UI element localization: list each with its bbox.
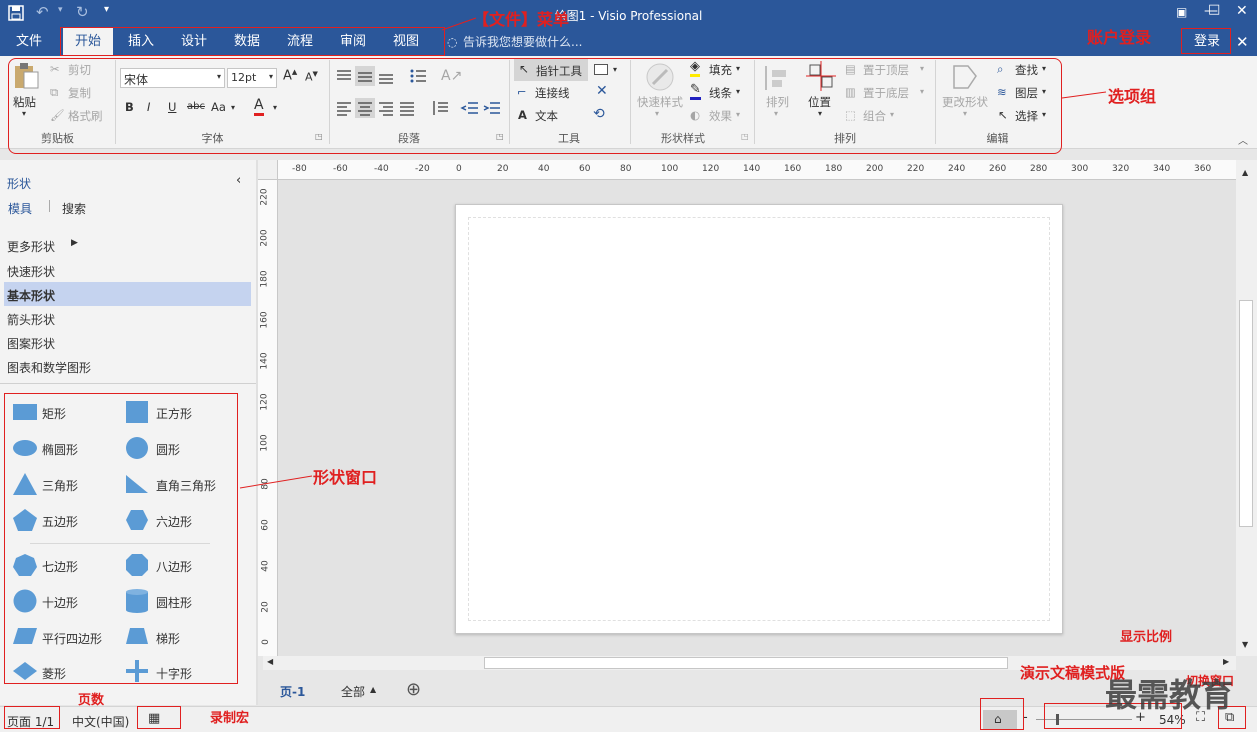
- ruler-label: -20: [415, 164, 430, 174]
- window-title: 绘图1 - Visio Professional: [554, 9, 703, 23]
- annotation-zoom: 显示比例: [1120, 630, 1173, 645]
- add-page-icon[interactable]: ⊕: [406, 679, 421, 700]
- ruler-top: -80 -60 -40 -20 0 20 40 60 80 100 120 14…: [278, 160, 1236, 180]
- scroll-down-icon[interactable]: ▼: [1242, 640, 1248, 649]
- ruler-label: 60: [260, 519, 271, 531]
- watermark-logo: 最需教育: [1105, 676, 1234, 714]
- annotation-account: 账户登录: [1087, 28, 1152, 47]
- ruler-label: 180: [259, 270, 270, 288]
- annotation-file-menu: 【文件】菜单: [473, 10, 570, 29]
- ruler-label: -80: [292, 164, 307, 174]
- category-quick-shapes[interactable]: 快速形状: [7, 263, 55, 280]
- ruler-label: 20: [497, 164, 509, 174]
- ruler-label: 120: [702, 164, 720, 174]
- annotation-line: [239, 475, 313, 489]
- annotation-page-count: 页数: [78, 693, 105, 708]
- category-basic-shapes[interactable]: 基本形状: [7, 287, 55, 304]
- shapes-pane-title: 形状: [7, 177, 32, 191]
- ruler-label: 0: [260, 639, 271, 645]
- close-file-icon[interactable]: ✕: [1236, 33, 1249, 51]
- page-tab-all[interactable]: 全部: [341, 683, 365, 700]
- annotation-box-login: [1181, 28, 1231, 54]
- category-arrow-shapes[interactable]: 箭头形状: [7, 311, 55, 328]
- ruler-label: 100: [259, 434, 270, 452]
- annotation-box-ribbon: [8, 58, 1062, 154]
- ruler-label: 180: [825, 164, 843, 174]
- tell-me-input[interactable]: 告诉我您想要做什么...: [463, 28, 582, 56]
- chevron-up-icon[interactable]: ▲: [370, 685, 376, 694]
- ruler-label: 160: [784, 164, 802, 174]
- annotation-box-shapes: [4, 393, 238, 684]
- ribbon-display-icon[interactable]: ▣: [1176, 5, 1187, 19]
- ruler-label: 200: [259, 229, 270, 247]
- ruler-label: 280: [1030, 164, 1048, 174]
- annotation-box-presentation: [980, 698, 1024, 730]
- ruler-label: 300: [1071, 164, 1089, 174]
- vertical-scroll-thumb[interactable]: [1239, 300, 1253, 527]
- ruler-label: 40: [538, 164, 550, 174]
- ruler-label: 340: [1153, 164, 1171, 174]
- ruler-left: 220 200 180 160 140 120 100 80 60 40 20 …: [258, 180, 278, 656]
- annotation-ribbon: 选项组: [1108, 87, 1157, 106]
- ruler-label: 220: [259, 188, 270, 206]
- ruler-label: 320: [1112, 164, 1130, 174]
- tab-file[interactable]: 文件: [8, 28, 50, 56]
- maximize-icon[interactable]: □: [1208, 2, 1220, 17]
- ruler-label: 140: [259, 352, 270, 370]
- scroll-right-icon[interactable]: ▶: [1223, 657, 1229, 666]
- ruler-label: 60: [579, 164, 591, 174]
- divider: [0, 383, 256, 384]
- annotation-line: [1061, 91, 1107, 99]
- ruler-label: 20: [260, 601, 271, 613]
- annotation-line: [441, 17, 477, 31]
- ruler-label: -40: [374, 164, 389, 174]
- ruler-label: 140: [743, 164, 761, 174]
- annotation-shapes: 形状窗口: [313, 468, 378, 487]
- annotation-macro: 录制宏: [210, 711, 250, 726]
- drawing-page[interactable]: [455, 204, 1063, 634]
- category-more-shapes[interactable]: 更多形状: [7, 238, 55, 255]
- ruler-label: 240: [948, 164, 966, 174]
- page-tab-current[interactable]: 页-1: [280, 683, 305, 700]
- annotation-box-page: [4, 706, 60, 729]
- vertical-scrollbar[interactable]: ▲ ▼: [1236, 160, 1257, 656]
- tab-divider: [49, 200, 50, 212]
- scroll-left-icon[interactable]: ◀: [267, 657, 273, 666]
- title-bar: ↶ ▾ ↻ ▾ 绘图1 - Visio Professional ▣ — □ ✕: [0, 0, 1257, 28]
- collapse-pane-icon[interactable]: ‹: [236, 173, 241, 188]
- horizontal-scroll-thumb[interactable]: [484, 657, 1008, 669]
- category-pattern-shapes[interactable]: 图案形状: [7, 335, 55, 352]
- ruler-label: 260: [989, 164, 1007, 174]
- ruler-label: 120: [259, 393, 270, 411]
- annotation-box-macro: [137, 706, 181, 729]
- ruler-label: 100: [661, 164, 679, 174]
- ruler-label: 360: [1194, 164, 1212, 174]
- ruler-label: 40: [260, 560, 271, 572]
- ruler-label: -60: [333, 164, 348, 174]
- ruler-label: 0: [456, 164, 462, 174]
- tab-search[interactable]: 搜索: [62, 200, 86, 217]
- category-charts-math[interactable]: 图表和数学图形: [7, 359, 91, 376]
- ruler-label: 160: [259, 311, 270, 329]
- scroll-up-icon[interactable]: ▲: [1242, 168, 1248, 177]
- chevron-right-icon: ▶: [71, 238, 78, 248]
- ruler-label: 80: [620, 164, 632, 174]
- page-margin: [468, 217, 1050, 621]
- tab-stencils[interactable]: 模具: [8, 200, 32, 217]
- ruler-label: 200: [866, 164, 884, 174]
- ruler-label: 220: [907, 164, 925, 174]
- close-window-icon[interactable]: ✕: [1236, 3, 1248, 19]
- annotation-box-tabs: [60, 27, 445, 56]
- ruler-corner: [258, 160, 278, 180]
- collapse-ribbon-icon[interactable]: ︿: [1238, 132, 1248, 147]
- language-status[interactable]: 中文(中国): [72, 713, 129, 730]
